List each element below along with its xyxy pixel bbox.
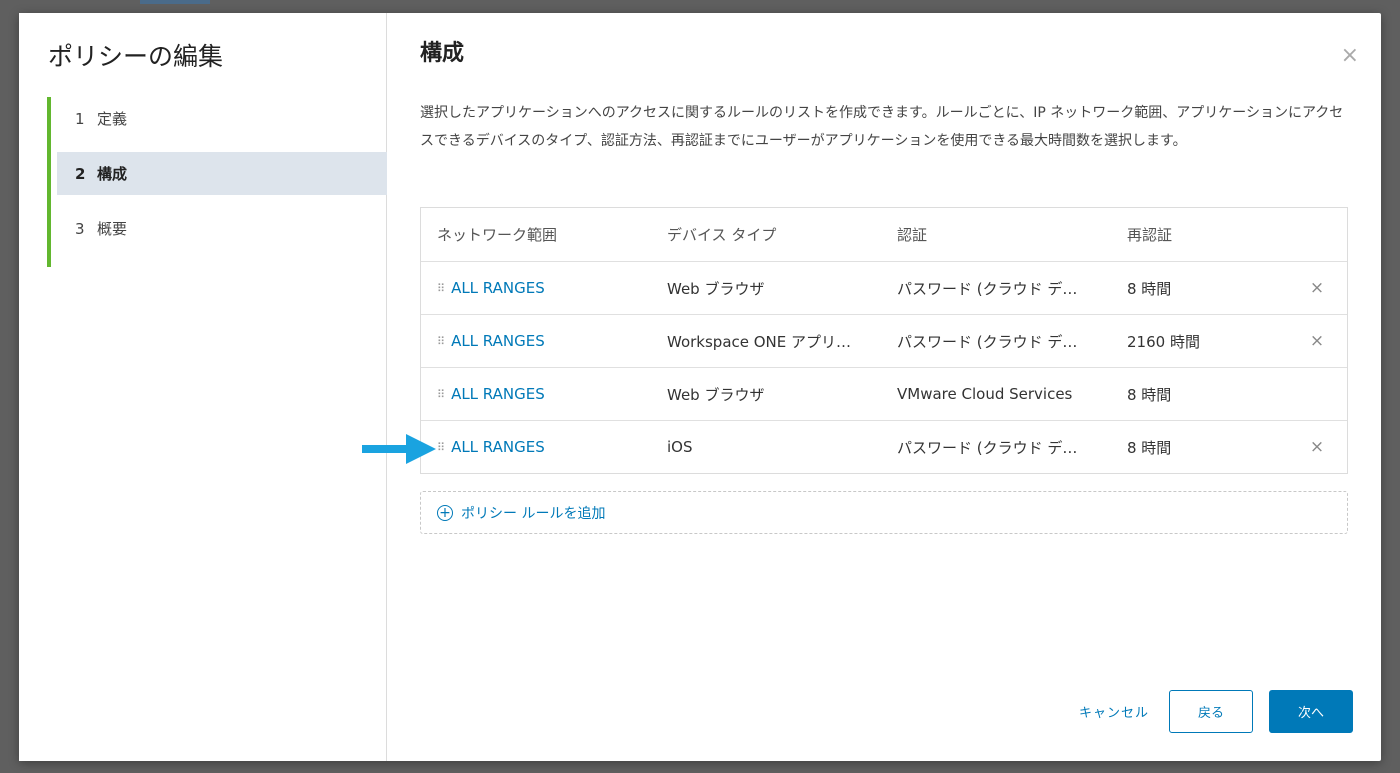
table-header-row: ネットワーク範囲 デバイス タイプ 認証 再認証 [421, 208, 1347, 261]
network-range-cell: ⠿ ALL RANGES [421, 332, 651, 350]
close-icon[interactable]: × [1271, 331, 1347, 351]
network-range-link[interactable]: ALL RANGES [451, 332, 545, 350]
reauth-cell: 8 時間 [1127, 385, 1172, 404]
step-number: 3 [75, 219, 85, 238]
column-header-network-range: ネットワーク範囲 [437, 226, 558, 244]
table-row: ⠿ ALL RANGES iOS パスワード (クラウド デ… 8 時間 × [421, 420, 1347, 473]
authentication-cell: パスワード (クラウド デ… [897, 438, 1078, 457]
step-label: 概要 [97, 220, 128, 238]
plus-circle-icon: + [437, 504, 453, 521]
next-button[interactable]: 次へ [1269, 690, 1353, 733]
column-header-device-type: デバイス タイプ [667, 226, 777, 244]
cancel-button[interactable]: キャンセル [1079, 702, 1149, 721]
back-button[interactable]: 戻る [1169, 690, 1253, 733]
drag-handle-icon[interactable]: ⠿ [437, 282, 445, 295]
reauth-cell: 8 時間 [1127, 438, 1172, 457]
column-header-authentication: 認証 [897, 226, 928, 244]
table-row: ⠿ ALL RANGES Web ブラウザ VMware Cloud Servi… [421, 367, 1347, 420]
close-icon[interactable]: × [1271, 278, 1347, 298]
step-definition[interactable]: 1 定義 [51, 97, 387, 140]
dialog-content: 構成 × 選択したアプリケーションへのアクセスに関するルールのリストを作成できま… [387, 13, 1381, 761]
policy-rules-table: ネットワーク範囲 デバイス タイプ 認証 再認証 ⠿ ALL RANGES We… [420, 207, 1348, 474]
network-range-link[interactable]: ALL RANGES [451, 279, 545, 297]
network-range-cell: ⠿ ALL RANGES [421, 438, 651, 456]
arrow-right-icon [362, 434, 436, 464]
step-number: 1 [75, 109, 85, 128]
drag-handle-icon[interactable]: ⠿ [437, 335, 445, 348]
device-type-cell: Workspace ONE アプリ… [667, 332, 852, 351]
backdrop-header-accent [140, 0, 210, 4]
network-range-cell: ⠿ ALL RANGES [421, 385, 651, 403]
reauth-cell: 2160 時間 [1127, 332, 1200, 351]
authentication-cell: パスワード (クラウド デ… [897, 279, 1078, 298]
section-title: 構成 [420, 41, 465, 66]
wizard-stepper: 1 定義 2 構成 3 概要 [47, 97, 387, 267]
device-type-cell: Web ブラウザ [667, 385, 765, 404]
add-policy-rule-label: ポリシー ルールを追加 [461, 505, 606, 522]
step-summary[interactable]: 3 概要 [51, 207, 387, 250]
section-description: 選択したアプリケーションへのアクセスに関するルールのリストを作成できます。ルール… [420, 105, 1344, 149]
dialog-title: ポリシーの編集 [48, 42, 224, 71]
dialog-footer: キャンセル 戻る 次へ [1079, 690, 1353, 733]
drag-handle-icon[interactable]: ⠿ [437, 388, 445, 401]
step-number: 2 [75, 164, 86, 183]
column-header-reauthentication: 再認証 [1127, 226, 1173, 244]
device-type-cell: Web ブラウザ [667, 279, 765, 298]
dialog-sidebar: ポリシーの編集 1 定義 2 構成 3 概要 [19, 13, 387, 761]
device-type-cell: iOS [667, 438, 693, 456]
add-policy-rule-button[interactable]: + ポリシー ルールを追加 [420, 491, 1348, 534]
network-range-link[interactable]: ALL RANGES [451, 438, 545, 456]
network-range-link[interactable]: ALL RANGES [451, 385, 545, 403]
authentication-cell: VMware Cloud Services [897, 385, 1073, 403]
step-label: 構成 [97, 165, 128, 183]
table-row: ⠿ ALL RANGES Web ブラウザ パスワード (クラウド デ… 8 時… [421, 261, 1347, 314]
reauth-cell: 8 時間 [1127, 279, 1172, 298]
close-icon[interactable]: × [1271, 437, 1347, 457]
authentication-cell: パスワード (クラウド デ… [897, 332, 1078, 351]
step-label: 定義 [97, 110, 128, 128]
step-configuration[interactable]: 2 構成 [57, 152, 387, 195]
table-row: ⠿ ALL RANGES Workspace ONE アプリ… パスワード (ク… [421, 314, 1347, 367]
edit-policy-dialog: ポリシーの編集 1 定義 2 構成 3 概要 構成 × 選択したアプリケーション… [19, 13, 1381, 761]
close-icon[interactable]: × [1341, 45, 1359, 67]
network-range-cell: ⠿ ALL RANGES [421, 279, 651, 297]
